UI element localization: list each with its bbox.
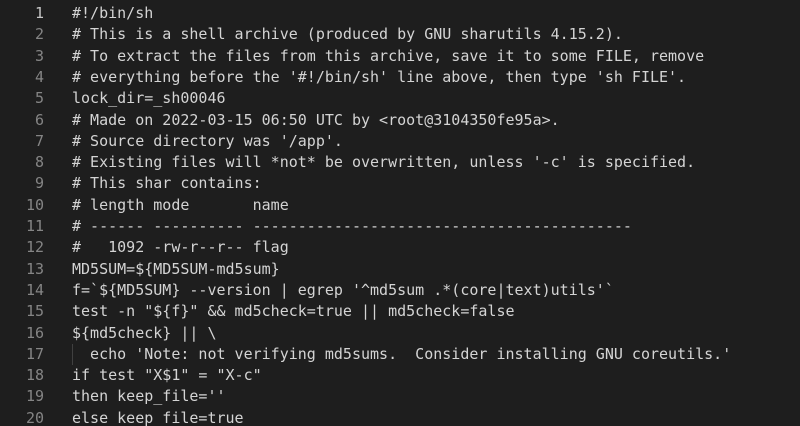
code-text[interactable]: #!/bin/sh [72,3,153,24]
code-text[interactable]: # This shar contains: [72,173,262,194]
code-text[interactable]: then keep_file='' [72,386,226,407]
line-number: 13 [25,259,44,278]
code-line[interactable]: 19 then keep_file='' [0,386,800,407]
code-line[interactable]: 12 # 1092 -rw-r--r-- flag [0,237,800,258]
code-text[interactable]: test -n "${f}" && md5check=true || md5ch… [72,301,515,322]
code-line[interactable]: 2 # This is a shell archive (produced by … [0,24,800,45]
line-number: 1 [34,4,44,22]
code-line[interactable]: 14 f=`${MD5SUM} --version | egrep '^md5su… [0,280,800,301]
code-text[interactable]: ${md5check} || \ [72,323,217,344]
code-line[interactable]: 20 else keep_file=true [0,408,800,426]
code-line[interactable]: 8 # Existing files will *not* be overwrit… [0,152,800,173]
line-number: 15 [25,302,44,321]
code-line[interactable]: 6 # Made on 2022-03-15 06:50 UTC by <root… [0,110,800,131]
line-number: 16 [25,323,44,342]
code-text[interactable]: # This is a shell archive (produced by G… [72,24,623,45]
code-line[interactable]: 9 # This shar contains: [0,173,800,194]
code-text[interactable]: else keep_file=true [72,408,244,426]
code-line[interactable]: 4 # everything before the '#!/bin/sh' lin… [0,67,800,88]
line-number: 8 [34,153,44,172]
code-text[interactable]: f=`${MD5SUM} --version | egrep '^md5sum … [72,280,614,301]
code-text[interactable]: # length mode name [72,195,289,216]
line-number: 10 [25,195,44,214]
line-number: 5 [34,89,44,108]
line-number: 18 [25,366,44,385]
line-number: 9 [34,174,44,193]
line-number: 20 [25,408,44,426]
code-editor[interactable]: 1 #!/bin/sh 2 # This is a shell archive (pr… [0,0,800,426]
code-text[interactable]: MD5SUM=${MD5SUM-md5sum} [72,259,280,280]
code-text[interactable]: # Existing files will *not* be overwritt… [72,152,695,173]
code-line[interactable]: 18 if test "X$1" = "X-c" [0,365,800,386]
line-number: 7 [34,131,44,150]
code-text[interactable]: # everything before the '#!/bin/sh' line… [72,67,686,88]
line-number: 6 [34,110,44,129]
line-number: 2 [34,25,44,44]
line-number: 4 [34,67,44,86]
code-text[interactable]: # ------ ---------- --------------------… [72,216,632,237]
line-number: 19 [25,387,44,406]
line-number: 14 [25,280,44,299]
code-line[interactable]: 13 MD5SUM=${MD5SUM-md5sum} [0,259,800,280]
code-text[interactable]: # Source directory was '/app'. [72,131,343,152]
code-line[interactable]: 10 # length mode name [0,195,800,216]
code-line[interactable]: 17 echo 'Note: not verifying md5sums. Co… [0,343,800,366]
code-line[interactable]: 16 ${md5check} || \ [0,323,800,344]
code-text[interactable]: # To extract the files from this archive… [72,46,704,67]
code-line[interactable]: 7 # Source directory was '/app'. [0,131,800,152]
code-text[interactable]: lock_dir=_sh00046 [72,88,226,109]
code-line[interactable]: 1 #!/bin/sh [0,3,800,24]
code-text[interactable]: if test "X$1" = "X-c" [72,365,262,386]
code-line[interactable]: 3 # To extract the files from this archiv… [0,46,800,67]
code-text[interactable]: # 1092 -rw-r--r-- flag [72,237,289,258]
line-number: 12 [25,238,44,257]
line-number: 17 [25,344,44,363]
line-number: 11 [25,217,44,235]
code-line[interactable]: 15 test -n "${f}" && md5check=true || md5… [0,301,800,322]
line-number: 3 [34,46,44,65]
code-text[interactable]: echo 'Note: not verifying md5sums. Consi… [72,344,731,365]
code-text[interactable]: # Made on 2022-03-15 06:50 UTC by <root@… [72,110,560,131]
code-line[interactable]: 5 lock_dir=_sh00046 [0,88,800,109]
code-line[interactable]: 11 # ------ ---------- ------------------… [0,216,800,237]
